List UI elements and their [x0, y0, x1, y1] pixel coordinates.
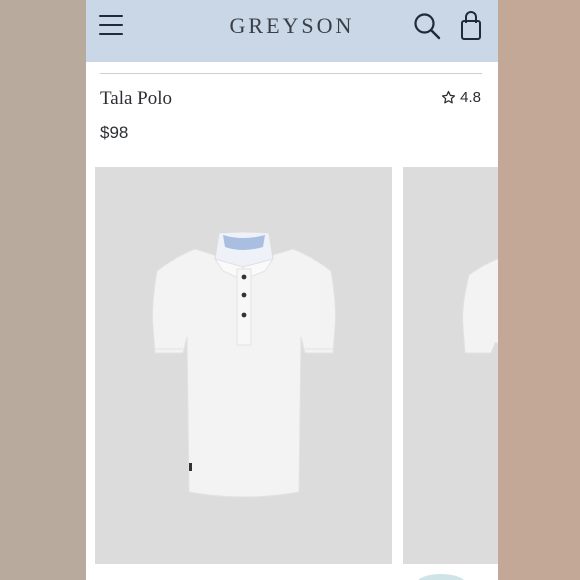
phone-screen: GREYSON Tala Polo 4.8 $98 [86, 0, 498, 580]
product-rating[interactable]: 4.8 [441, 89, 481, 106]
product-image-next[interactable] [403, 167, 498, 564]
white-polo-side-image [462, 258, 498, 354]
product-title: Tala Polo [100, 88, 173, 109]
product-image-main[interactable] [95, 167, 392, 564]
search-icon[interactable] [413, 12, 441, 40]
left-backdrop [0, 0, 86, 580]
right-backdrop [498, 0, 580, 580]
star-outline-icon [442, 90, 456, 104]
product-price: $98 [100, 123, 129, 142]
shopping-bag-icon[interactable] [460, 11, 482, 41]
partial-swatch [416, 574, 466, 580]
rating-value: 4.8 [460, 89, 481, 106]
white-polo-front-image [152, 231, 336, 498]
header-divider [100, 73, 482, 74]
top-navigation-bar: GREYSON [86, 0, 498, 62]
product-image-gallery[interactable] [95, 167, 498, 564]
